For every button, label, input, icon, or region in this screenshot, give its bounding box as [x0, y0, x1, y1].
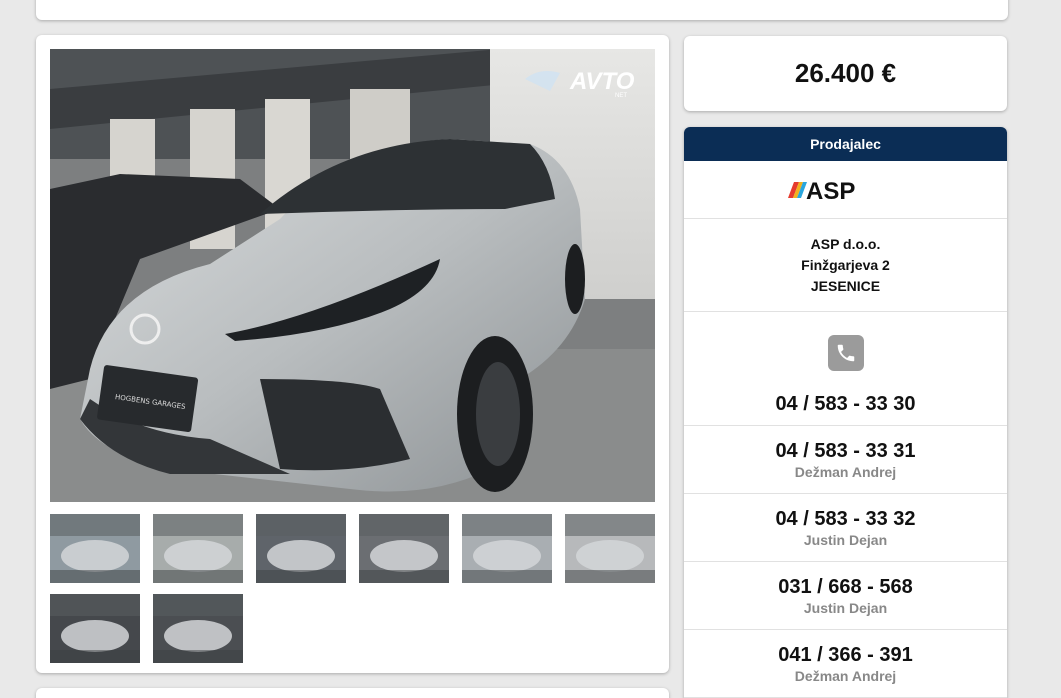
phone-number[interactable]: 04 / 583 - 33 31 [775, 439, 915, 463]
watermark-sub: NET [615, 93, 627, 99]
phone-icon-wrap [684, 312, 1007, 392]
thumbnail-2[interactable] [153, 514, 243, 583]
seller-address: ASP d.o.o. Finžgarjeva 2 JESENICE [684, 219, 1007, 312]
watermark: AVTO [569, 68, 635, 95]
seller-header: Prodajalec [684, 127, 1007, 161]
seller-company: ASP d.o.o. [810, 235, 881, 252]
seller-logo[interactable]: ASP [684, 161, 1007, 219]
phone-number[interactable]: 041 / 366 - 391 [778, 643, 913, 667]
thumbnail-7[interactable] [50, 594, 140, 663]
top-card [36, 0, 1008, 20]
phone-number[interactable]: 031 / 668 - 568 [778, 575, 913, 599]
price: 26.400 € [794, 58, 897, 88]
photo-gallery: HOGBENS GARAGES AVTO NET [36, 35, 669, 673]
main-photo[interactable]: HOGBENS GARAGES AVTO NET [50, 49, 655, 502]
thumbnail-4[interactable] [359, 514, 449, 583]
seller-city: JESENICE [810, 277, 881, 294]
phone-contact-name: Dežman Andrej [794, 667, 897, 684]
phone-number[interactable]: 04 / 583 - 33 32 [775, 507, 915, 531]
thumbnail-5[interactable] [462, 514, 552, 583]
price-card: 26.400 € [684, 36, 1007, 111]
phone-contact-name: Justin Dejan [803, 531, 888, 548]
phone-row: 031 / 668 - 568 Justin Dejan [684, 562, 1007, 630]
thumbnail-3[interactable] [256, 514, 346, 583]
thumbnail-1[interactable] [50, 514, 140, 583]
seller-street: Finžgarjeva 2 [801, 256, 890, 273]
phone-icon [827, 335, 864, 371]
seller-logo-text: ASP [806, 178, 855, 202]
thumbnail-8[interactable] [153, 594, 243, 663]
thumbnail-6[interactable] [565, 514, 655, 583]
phone-number[interactable]: 04 / 583 - 33 30 [775, 392, 915, 416]
phone-list: 04 / 583 - 33 30 04 / 583 - 33 31 Dežman A… [684, 392, 1007, 698]
phone-row: 04 / 583 - 33 32 Justin Dejan [684, 494, 1007, 562]
phone-contact-name: Justin Dejan [803, 599, 888, 616]
phone-row: 041 / 366 - 391 Dežman Andrej [684, 630, 1007, 698]
phone-contact-name: Dežman Andrej [794, 463, 897, 480]
phone-row: 04 / 583 - 33 31 Dežman Andrej [684, 426, 1007, 494]
phone-row: 04 / 583 - 33 30 [684, 392, 1007, 426]
bottom-card [36, 688, 669, 698]
seller-card: Prodajalec ASP ASP d.o.o. Finžgarjeva 2 … [684, 127, 1007, 698]
